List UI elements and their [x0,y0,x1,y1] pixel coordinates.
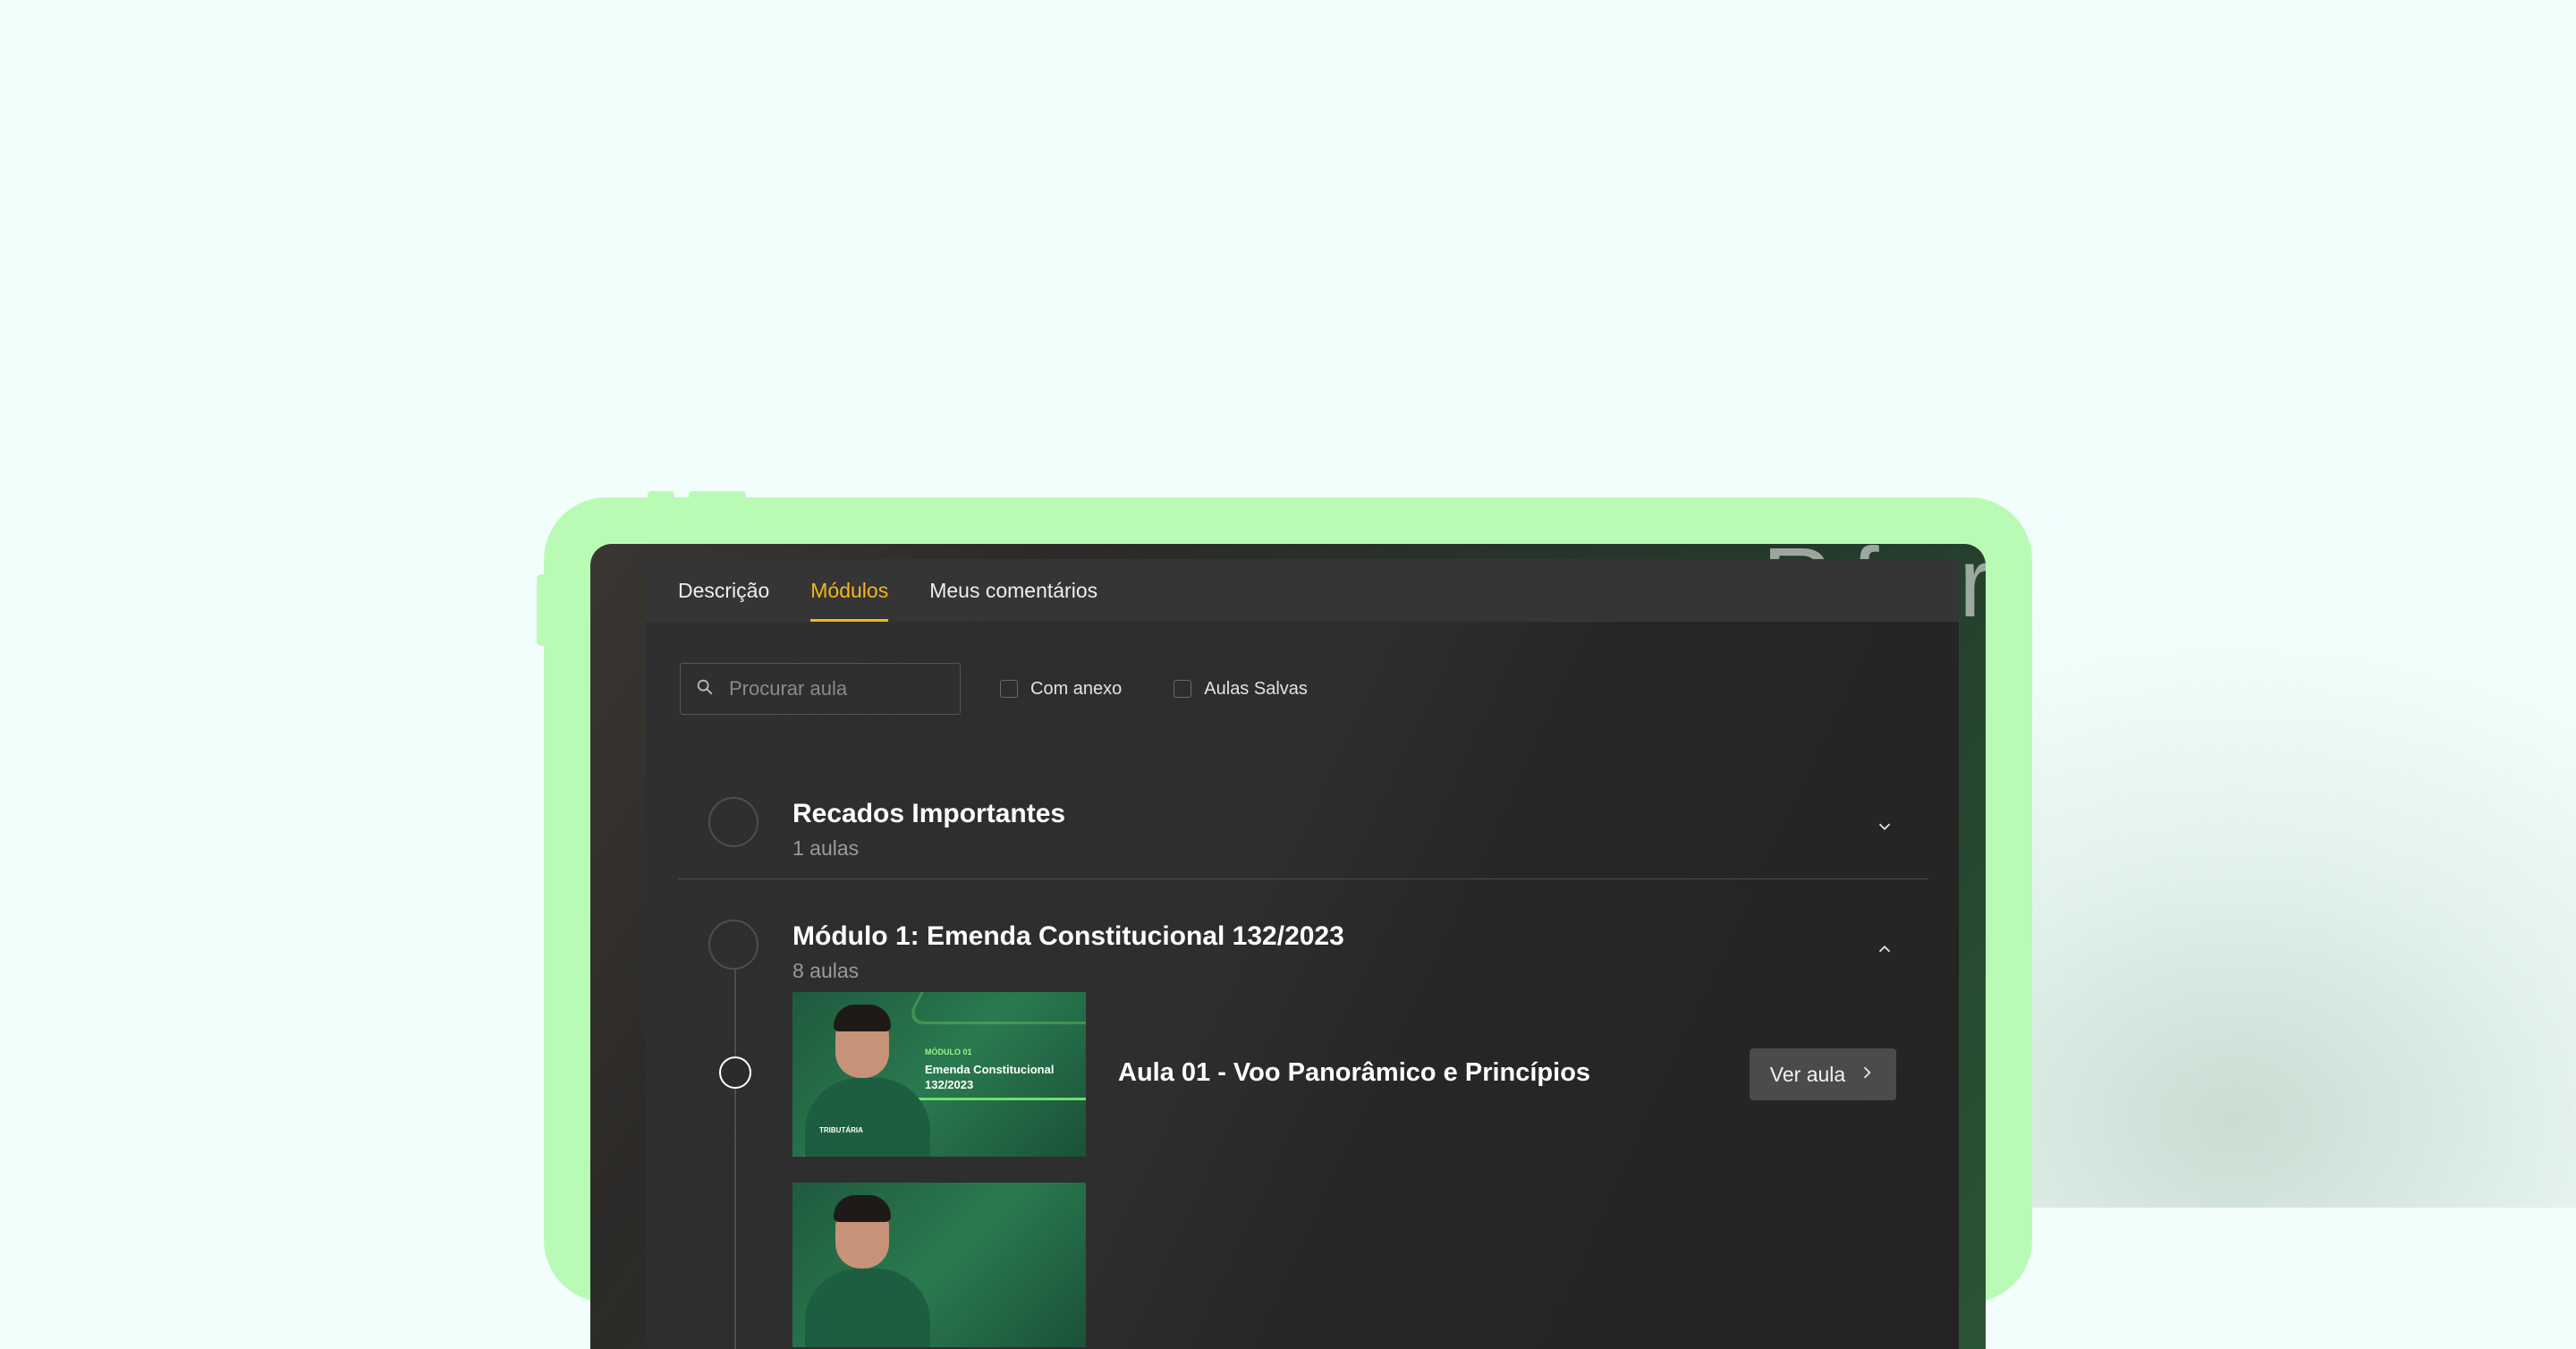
lesson-thumbnail[interactable]: MÓDULO 01 Emenda Constitucional 132/2023… [792,992,1086,1157]
device-side-button [537,574,547,646]
device-button-top-2 [689,491,746,500]
chevron-right-icon [1845,1063,1876,1087]
background-banner-text: r [1959,544,1986,638]
thumbnail-person-hair [834,1005,891,1031]
thumbnail-title-line1: Emenda Constitucional [925,1063,1055,1076]
search-icon [695,677,715,701]
tab-modulos[interactable]: Módulos [810,559,888,622]
filter-toolbar: Com anexo Aulas Salvas [680,663,1308,715]
thumbnail-title-line2: 132/2023 [925,1078,974,1091]
search-box[interactable] [680,663,961,715]
saved-lessons-label: Aulas Salvas [1204,678,1308,699]
module-progress-circle [708,797,758,847]
chevron-down-icon[interactable] [1875,817,1894,836]
with-attachment-label: Com anexo [1030,678,1123,699]
module-lesson-count: 1 aulas [792,836,860,860]
module-title: Módulo 1: Emenda Constitucional 132/2023 [792,921,1344,951]
thumbnail-stripe [903,992,1086,1024]
with-attachment-checkbox[interactable] [1000,680,1018,698]
thumbnail-person-hair [834,1195,891,1222]
lesson-title[interactable]: Aula 01 - Voo Panorâmico e Princípios [1118,1058,1590,1088]
view-lesson-label: Ver aula [1769,1062,1846,1086]
thumbnail-title: Emenda Constitucional 132/2023 [925,1062,1054,1092]
device-screen: R f r Descrição Módulos Meus comentários [590,544,1986,1349]
thumbnail-person [805,1078,930,1157]
tab-bar: Descrição Módulos Meus comentários [646,559,1959,622]
module-header-recados[interactable]: Recados Importantes 1 aulas [678,763,1928,870]
lesson-status-circle [719,1056,751,1089]
saved-lessons-checkbox[interactable] [1174,680,1192,698]
thumbnail-brand: TRIBUTÁRIA [819,1126,863,1134]
module-lesson-count: 8 aulas [792,959,860,982]
device-button-top [648,491,674,500]
thumbnail-person [805,1268,930,1347]
chevron-up-icon[interactable] [1875,939,1894,959]
saved-lessons-filter[interactable]: Aulas Salvas [1174,679,1308,700]
search-input[interactable] [727,676,945,701]
module-title: Recados Importantes [792,799,1066,828]
course-content-panel: Descrição Módulos Meus comentários Com a… [646,559,1959,1349]
module-divider [678,878,1928,879]
device-frame: R f r Descrição Módulos Meus comentários [537,491,2032,1349]
tab-meus-comentarios[interactable]: Meus comentários [929,559,1097,622]
tab-descricao[interactable]: Descrição [678,559,769,622]
with-attachment-filter[interactable]: Com anexo [1000,679,1122,700]
thumbnail-module-tag: MÓDULO 01 [925,1048,972,1056]
lesson-timeline [734,970,736,1349]
view-lesson-button[interactable]: Ver aula [1750,1048,1896,1100]
module-progress-circle [708,920,758,970]
module-header-modulo-1[interactable]: Módulo 1: Emenda Constitucional 132/2023… [678,886,1928,993]
